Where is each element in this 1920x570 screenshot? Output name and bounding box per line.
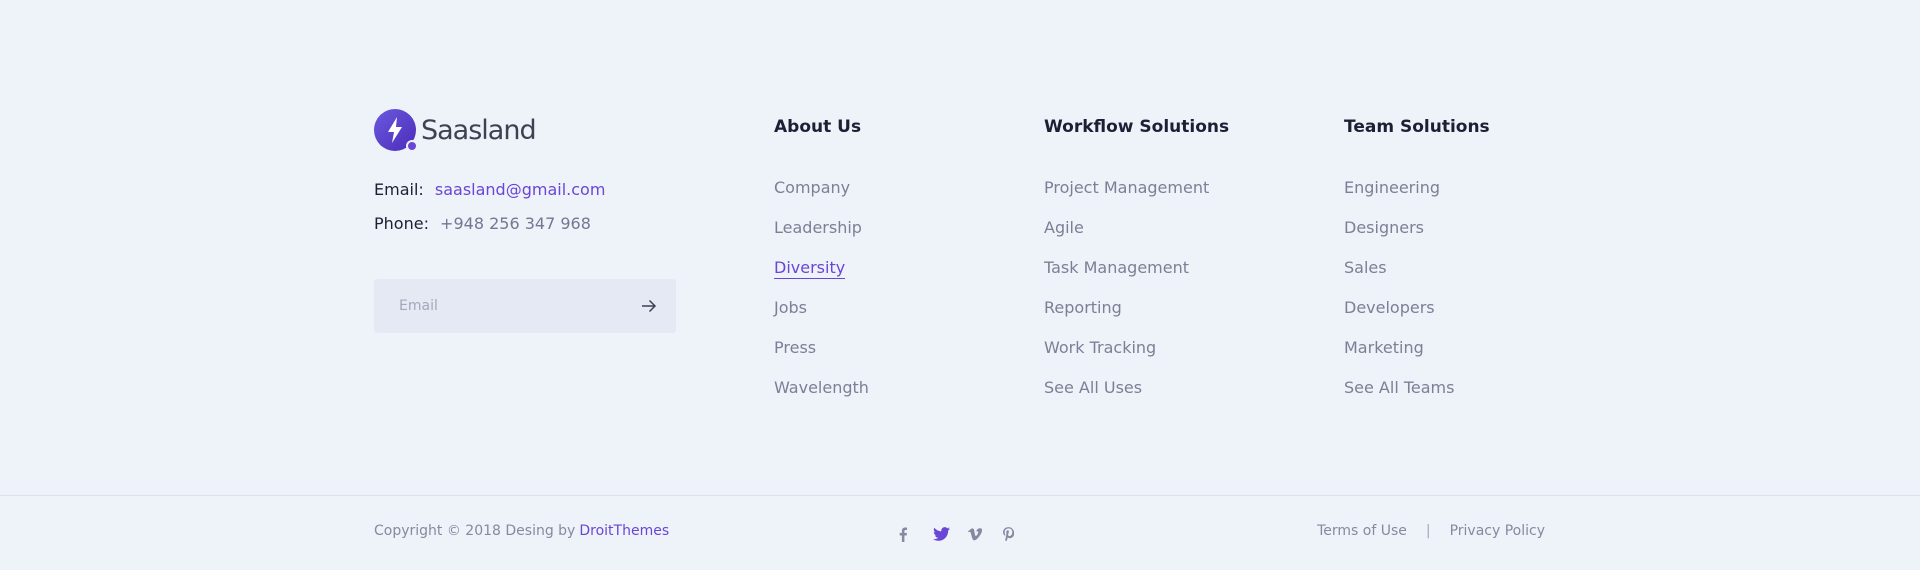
copyright-text: Copyright © 2018 Desing by	[374, 523, 576, 539]
footer-link-developers[interactable]: Developers	[1344, 296, 1490, 336]
footer-column-workflow: Workflow Solutions Project Management Ag…	[1044, 115, 1229, 416]
column-title-workflow: Workflow Solutions	[1044, 117, 1230, 137]
footer-column-team: Team Solutions Engineering Designers Sal…	[1344, 115, 1490, 416]
terms-of-use-link[interactable]: Terms of Use	[1317, 523, 1407, 539]
footer-link-designers[interactable]: Designers	[1344, 216, 1490, 256]
email-link[interactable]: saasland@gmail.com	[435, 180, 606, 199]
facebook-icon[interactable]	[898, 524, 933, 544]
legal-separator: |	[1425, 523, 1431, 539]
footer-link-marketing[interactable]: Marketing	[1344, 336, 1490, 376]
privacy-policy-link[interactable]: Privacy Policy	[1450, 523, 1545, 539]
pinterest-icon[interactable]	[1003, 524, 1038, 544]
vimeo-icon[interactable]	[968, 524, 1003, 544]
newsletter-submit-button[interactable]	[622, 279, 676, 333]
footer-link-sales[interactable]: Sales	[1344, 256, 1490, 296]
footer-link-work-tracking[interactable]: Work Tracking	[1044, 336, 1229, 376]
logo-dot	[406, 140, 418, 152]
workflow-links: Project Management Agile Task Management…	[1044, 176, 1229, 416]
about-links: Company Leadership Diversity Jobs Press …	[774, 176, 869, 416]
footer-link-jobs[interactable]: Jobs	[774, 296, 869, 336]
footer-link-diversity[interactable]: Diversity	[774, 256, 869, 296]
footer-link-reporting[interactable]: Reporting	[1044, 296, 1229, 336]
footer-link-project-management[interactable]: Project Management	[1044, 176, 1229, 216]
twitter-icon[interactable]	[933, 524, 968, 544]
footer-link-see-all-teams[interactable]: See All Teams	[1344, 376, 1490, 416]
column-title-team: Team Solutions	[1344, 117, 1490, 137]
newsletter-form	[374, 278, 676, 334]
footer-link-task-management[interactable]: Task Management	[1044, 256, 1229, 296]
phone-number[interactable]: +948 256 347 968	[440, 214, 591, 233]
email-label: Email:	[374, 180, 424, 199]
footer-column-about: About Us Company Leadership Diversity Jo…	[774, 115, 869, 416]
team-links: Engineering Designers Sales Developers M…	[1344, 176, 1490, 416]
copyright-brand-link[interactable]: DroitThemes	[579, 523, 669, 539]
footer-link-engineering[interactable]: Engineering	[1344, 176, 1490, 216]
arrow-right-icon	[642, 299, 657, 313]
footer-bottom: Copyright © 2018 Desing by DroitThemes Te…	[0, 496, 1920, 570]
legal-links: Terms of Use | Privacy Policy	[1317, 523, 1545, 539]
footer-link-see-all-uses[interactable]: See All Uses	[1044, 376, 1229, 416]
newsletter-email-input[interactable]	[374, 278, 622, 334]
lightning-bolt-icon	[374, 109, 418, 152]
column-title-about: About Us	[774, 117, 862, 137]
copyright: Copyright © 2018 Desing by DroitThemes	[374, 523, 669, 539]
footer-link-agile[interactable]: Agile	[1044, 216, 1229, 256]
phone-label: Phone:	[374, 214, 429, 233]
footer-link-leadership[interactable]: Leadership	[774, 216, 869, 256]
footer-link-wavelength[interactable]: Wavelength	[774, 376, 869, 416]
footer-link-press[interactable]: Press	[774, 336, 869, 376]
footer-link-company[interactable]: Company	[774, 176, 869, 216]
contact-email: Email: saasland@gmail.com	[374, 180, 605, 199]
social-links	[898, 524, 1038, 544]
contact-phone: Phone: +948 256 347 968	[374, 214, 591, 233]
brand-name: Saasland	[421, 114, 537, 146]
brand-logo-link[interactable]: Saasland	[374, 109, 537, 152]
footer-top: Saasland Email: saasland@gmail.com Phone…	[0, 0, 1920, 495]
